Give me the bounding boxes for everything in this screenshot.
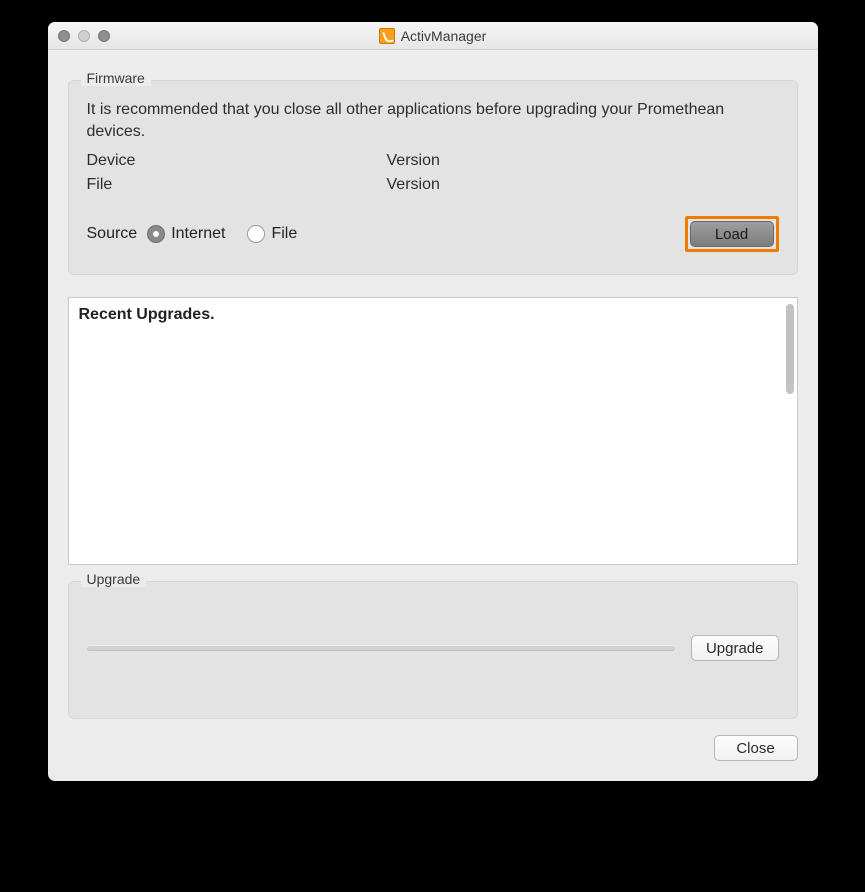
load-button-highlight: Load	[685, 216, 779, 252]
radio-knob-icon	[147, 225, 165, 243]
window-zoom-button[interactable]	[98, 30, 110, 42]
upgrade-progress-bar	[87, 645, 675, 651]
source-radio-internet-label: Internet	[171, 225, 225, 243]
upgrade-group: Upgrade Upgrade	[68, 581, 798, 719]
window-close-button[interactable]	[58, 30, 70, 42]
recent-upgrades-list[interactable]: Recent Upgrades.	[68, 297, 798, 565]
source-radio-file[interactable]: File	[247, 225, 297, 243]
recent-upgrades-heading: Recent Upgrades.	[79, 306, 787, 324]
app-icon	[379, 28, 395, 44]
window-controls	[48, 30, 110, 42]
source-radio-internet[interactable]: Internet	[147, 225, 225, 243]
upgrade-group-label: Upgrade	[81, 571, 147, 587]
window-title: ActivManager	[401, 28, 487, 44]
firmware-info-text: It is recommended that you close all oth…	[87, 99, 779, 142]
file-version-label: Version	[387, 176, 779, 194]
device-version-label: Version	[387, 152, 779, 170]
scrollbar-thumb[interactable]	[786, 304, 794, 394]
window: ActivManager Firmware It is recommended …	[48, 22, 818, 781]
titlebar: ActivManager	[48, 22, 818, 50]
upgrade-button[interactable]: Upgrade	[691, 635, 779, 661]
close-button[interactable]: Close	[714, 735, 798, 761]
source-radio-file-label: File	[271, 225, 297, 243]
firmware-group-label: Firmware	[81, 70, 151, 86]
load-button[interactable]: Load	[690, 221, 774, 247]
device-label: Device	[87, 152, 387, 170]
source-label: Source	[87, 225, 138, 243]
window-minimize-button[interactable]	[78, 30, 90, 42]
firmware-group: Firmware It is recommended that you clos…	[68, 80, 798, 275]
radio-knob-icon	[247, 225, 265, 243]
file-label: File	[87, 176, 387, 194]
